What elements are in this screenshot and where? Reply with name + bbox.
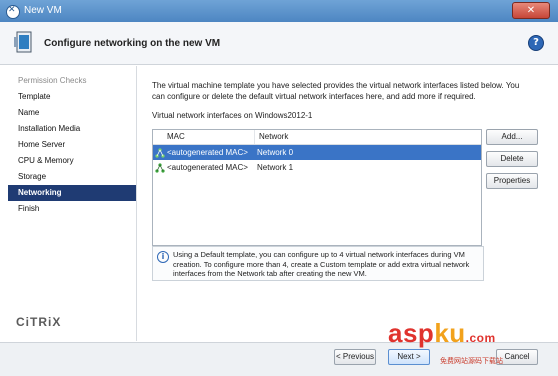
table-header: MAC Network: [153, 130, 481, 145]
network-interface-icon: [155, 162, 165, 173]
sidebar-item-storage[interactable]: Storage: [8, 169, 136, 185]
network-interface-icon: [155, 147, 165, 158]
citrix-logo: CiTRiX: [16, 315, 62, 329]
info-text: Using a Default template, you can config…: [173, 250, 470, 278]
sidebar-item-home-server[interactable]: Home Server: [8, 137, 136, 153]
sidebar-item-finish[interactable]: Finish: [8, 201, 136, 217]
page-title: Configure networking on the new VM: [44, 38, 221, 49]
help-icon[interactable]: ?: [528, 35, 544, 51]
previous-button[interactable]: < Previous: [334, 349, 376, 365]
network-card-icon: [14, 31, 32, 53]
sidebar-item-installation-media[interactable]: Installation Media: [8, 121, 136, 137]
watermark-subtitle: 免费网站源码下载站: [440, 358, 503, 365]
table-row[interactable]: <autogenerated MAC> Network 1: [153, 160, 481, 175]
sidebar-item-template[interactable]: Template: [8, 89, 136, 105]
delete-button[interactable]: Delete: [486, 151, 538, 167]
mac-cell: <autogenerated MAC>: [167, 163, 248, 172]
window-titlebar: New VM ✕: [0, 0, 558, 23]
window-title: New VM: [24, 5, 62, 16]
watermark-asp: asp: [388, 318, 435, 348]
network-cell: Network 0: [257, 148, 294, 157]
sidebar-item-permission-checks[interactable]: Permission Checks: [8, 73, 136, 89]
properties-button[interactable]: Properties: [486, 173, 538, 189]
sidebar-item-networking[interactable]: Networking: [8, 185, 136, 201]
add-button[interactable]: Add...: [486, 129, 538, 145]
window-close-button[interactable]: ✕: [512, 2, 550, 19]
networking-panel: The virtual machine template you have se…: [144, 66, 550, 341]
sidebar-item-cpu-memory[interactable]: CPU & Memory: [8, 153, 136, 169]
column-header-mac[interactable]: MAC: [153, 130, 254, 144]
next-button[interactable]: Next >: [388, 349, 430, 365]
column-header-network[interactable]: Network: [254, 130, 481, 144]
watermark-ku: ku: [434, 318, 466, 348]
wizard-header: Configure networking on the new VM ?: [0, 22, 558, 65]
interfaces-list-label: Virtual network interfaces on Windows201…: [152, 111, 313, 120]
watermark-logo: aspku.com: [388, 318, 496, 349]
network-interfaces-table[interactable]: MAC Network <autogenerated MAC> Network …: [152, 129, 482, 246]
watermark-tail: .com: [465, 331, 496, 345]
network-cell: Network 1: [257, 163, 294, 172]
interface-action-buttons: Add... Delete Properties: [486, 129, 538, 195]
sidebar-item-name[interactable]: Name: [8, 105, 136, 121]
mac-cell: <autogenerated MAC>: [167, 148, 248, 157]
info-icon: i: [157, 251, 169, 263]
wizard-steps-sidebar: Permission Checks Template Name Installa…: [8, 66, 137, 341]
info-box: i Using a Default template, you can conf…: [152, 246, 484, 281]
intro-text: The virtual machine template you have se…: [152, 81, 520, 101]
xencenter-app-icon: [6, 5, 20, 19]
table-row[interactable]: <autogenerated MAC> Network 0: [153, 145, 481, 160]
